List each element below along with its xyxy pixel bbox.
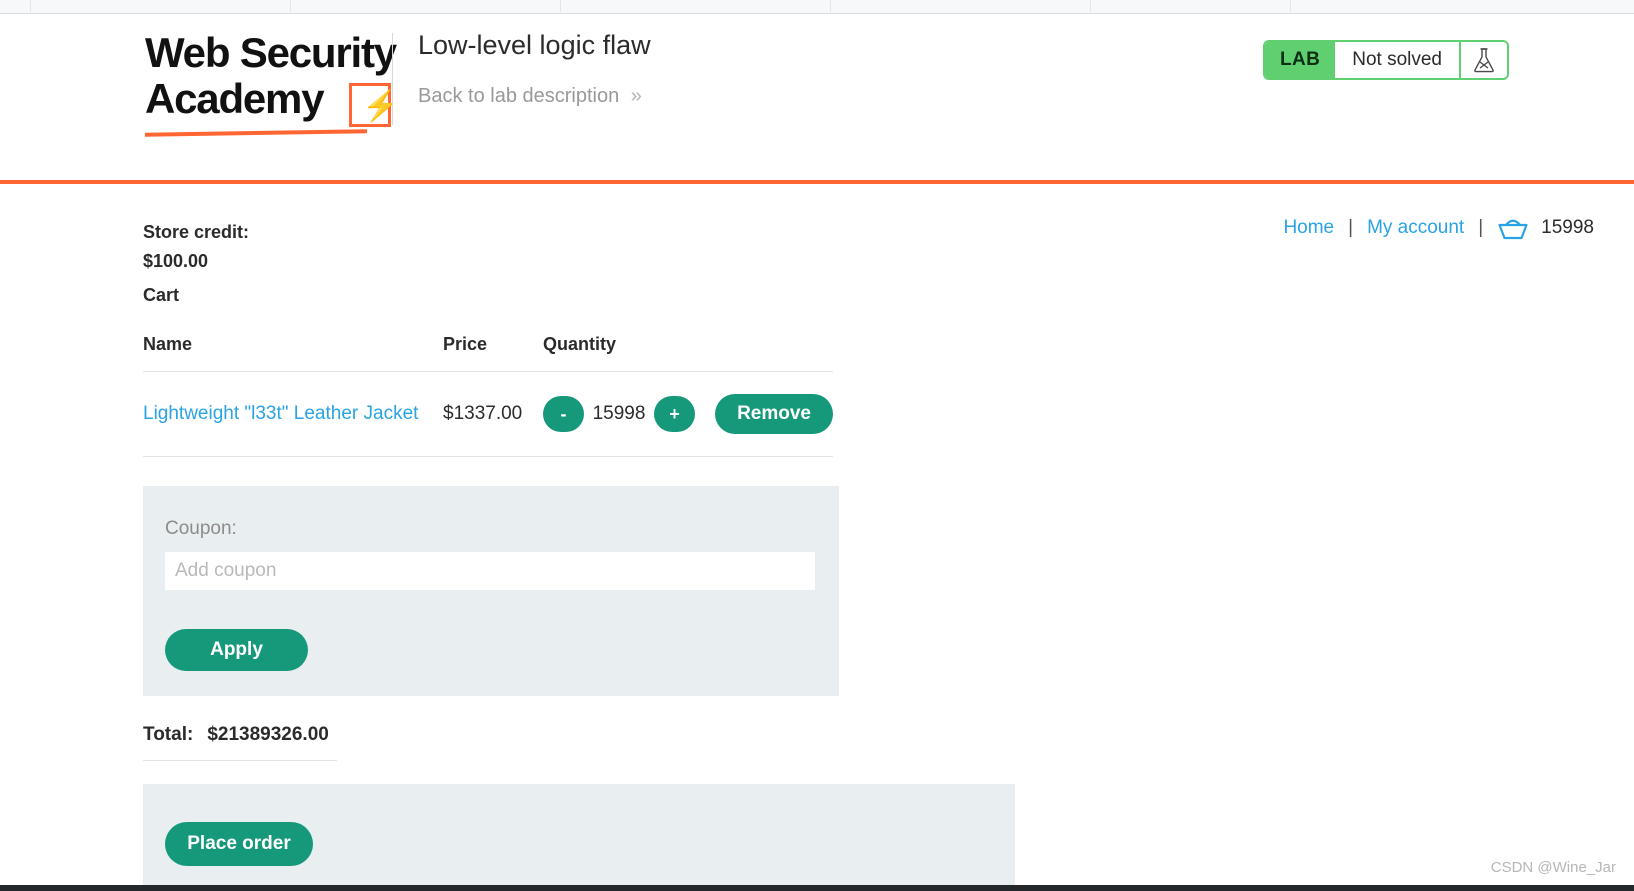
lab-status-tag: LAB [1264,42,1336,78]
web-security-academy-logo[interactable]: Web Security Academy ⚡ [145,29,399,137]
cart-item-count: 15998 [1541,217,1594,238]
shop-top-navigation: Home | My account | 15998 [1283,216,1594,240]
decrement-quantity-button[interactable]: - [543,396,585,432]
store-credit-amount: $100.00 [143,251,209,271]
browser-tab-strip[interactable] [0,0,1634,14]
shopping-basket-icon[interactable] [1497,216,1529,240]
chevron-right-double-icon: » [630,85,642,107]
order-panel: Place order [143,784,1015,887]
store-credit: Store credit: $100.00 [143,218,249,276]
coupon-label: Coupon: [165,518,237,539]
academy-header: Web Security Academy ⚡ Low-level logic f… [0,15,1634,180]
product-link[interactable]: Lightweight "l33t" Leather Jacket [143,403,418,424]
back-link-label: Back to lab description [418,85,620,107]
quantity-stepper: - 15998 + Remove [543,394,833,434]
apply-coupon-button[interactable]: Apply [165,629,308,671]
quantity-value: 15998 [592,403,646,424]
watermark: CSDN @Wine_Jar [1490,859,1616,876]
window-bottom-edge [0,885,1634,891]
nav-link-my-account[interactable]: My account [1367,217,1464,239]
column-header-name: Name [143,334,193,354]
cart-item-price: $1337.00 [443,403,523,424]
logo-line-one: Web Security [145,29,397,76]
nav-separator-2: | [1478,217,1484,238]
lab-status-state: Not solved [1335,42,1459,78]
lightning-bolt-glyph: ⚡ [362,90,400,123]
logo-underline [145,129,367,137]
coupon-input[interactable] [165,552,815,590]
table-row: Lightweight "l33t" Leather Jacket $1337.… [143,372,833,457]
nav-link-home[interactable]: Home [1283,217,1334,239]
store-credit-label: Store credit: [143,222,250,242]
total-label: Total: [143,724,194,745]
column-header-price: Price [443,334,488,354]
header-vertical-divider [392,33,393,125]
cart-heading: Cart [143,285,180,305]
page-root: Web Security Academy ⚡ Low-level logic f… [0,0,1634,891]
cart-table-header: Name Price Quantity [143,334,833,372]
column-header-quantity: Quantity [543,334,617,354]
place-order-button[interactable]: Place order [165,822,313,866]
shop-content: Store credit: $100.00 Home | My account … [0,184,1634,887]
lightning-bolt-icon: ⚡ [349,83,399,127]
back-to-lab-description-link[interactable]: Back to lab description » [418,85,642,108]
total-amount: $21389326.00 [207,724,329,745]
flask-icon[interactable] [1459,42,1507,78]
cart-item-name-cell: Lightweight "l33t" Leather Jacket [143,403,443,425]
cart-table: Name Price Quantity Lightweight "l33t" L… [143,334,833,457]
cart-total: Total: $21389326.00 [143,724,337,761]
page-title: Low-level logic flaw [418,30,651,60]
nav-separator-1: | [1348,217,1354,238]
remove-item-button[interactable]: Remove [715,394,833,434]
increment-quantity-button[interactable]: + [654,396,696,432]
lab-status-widget: LAB Not solved [1262,40,1509,80]
coupon-panel: Coupon: Apply [143,486,839,696]
